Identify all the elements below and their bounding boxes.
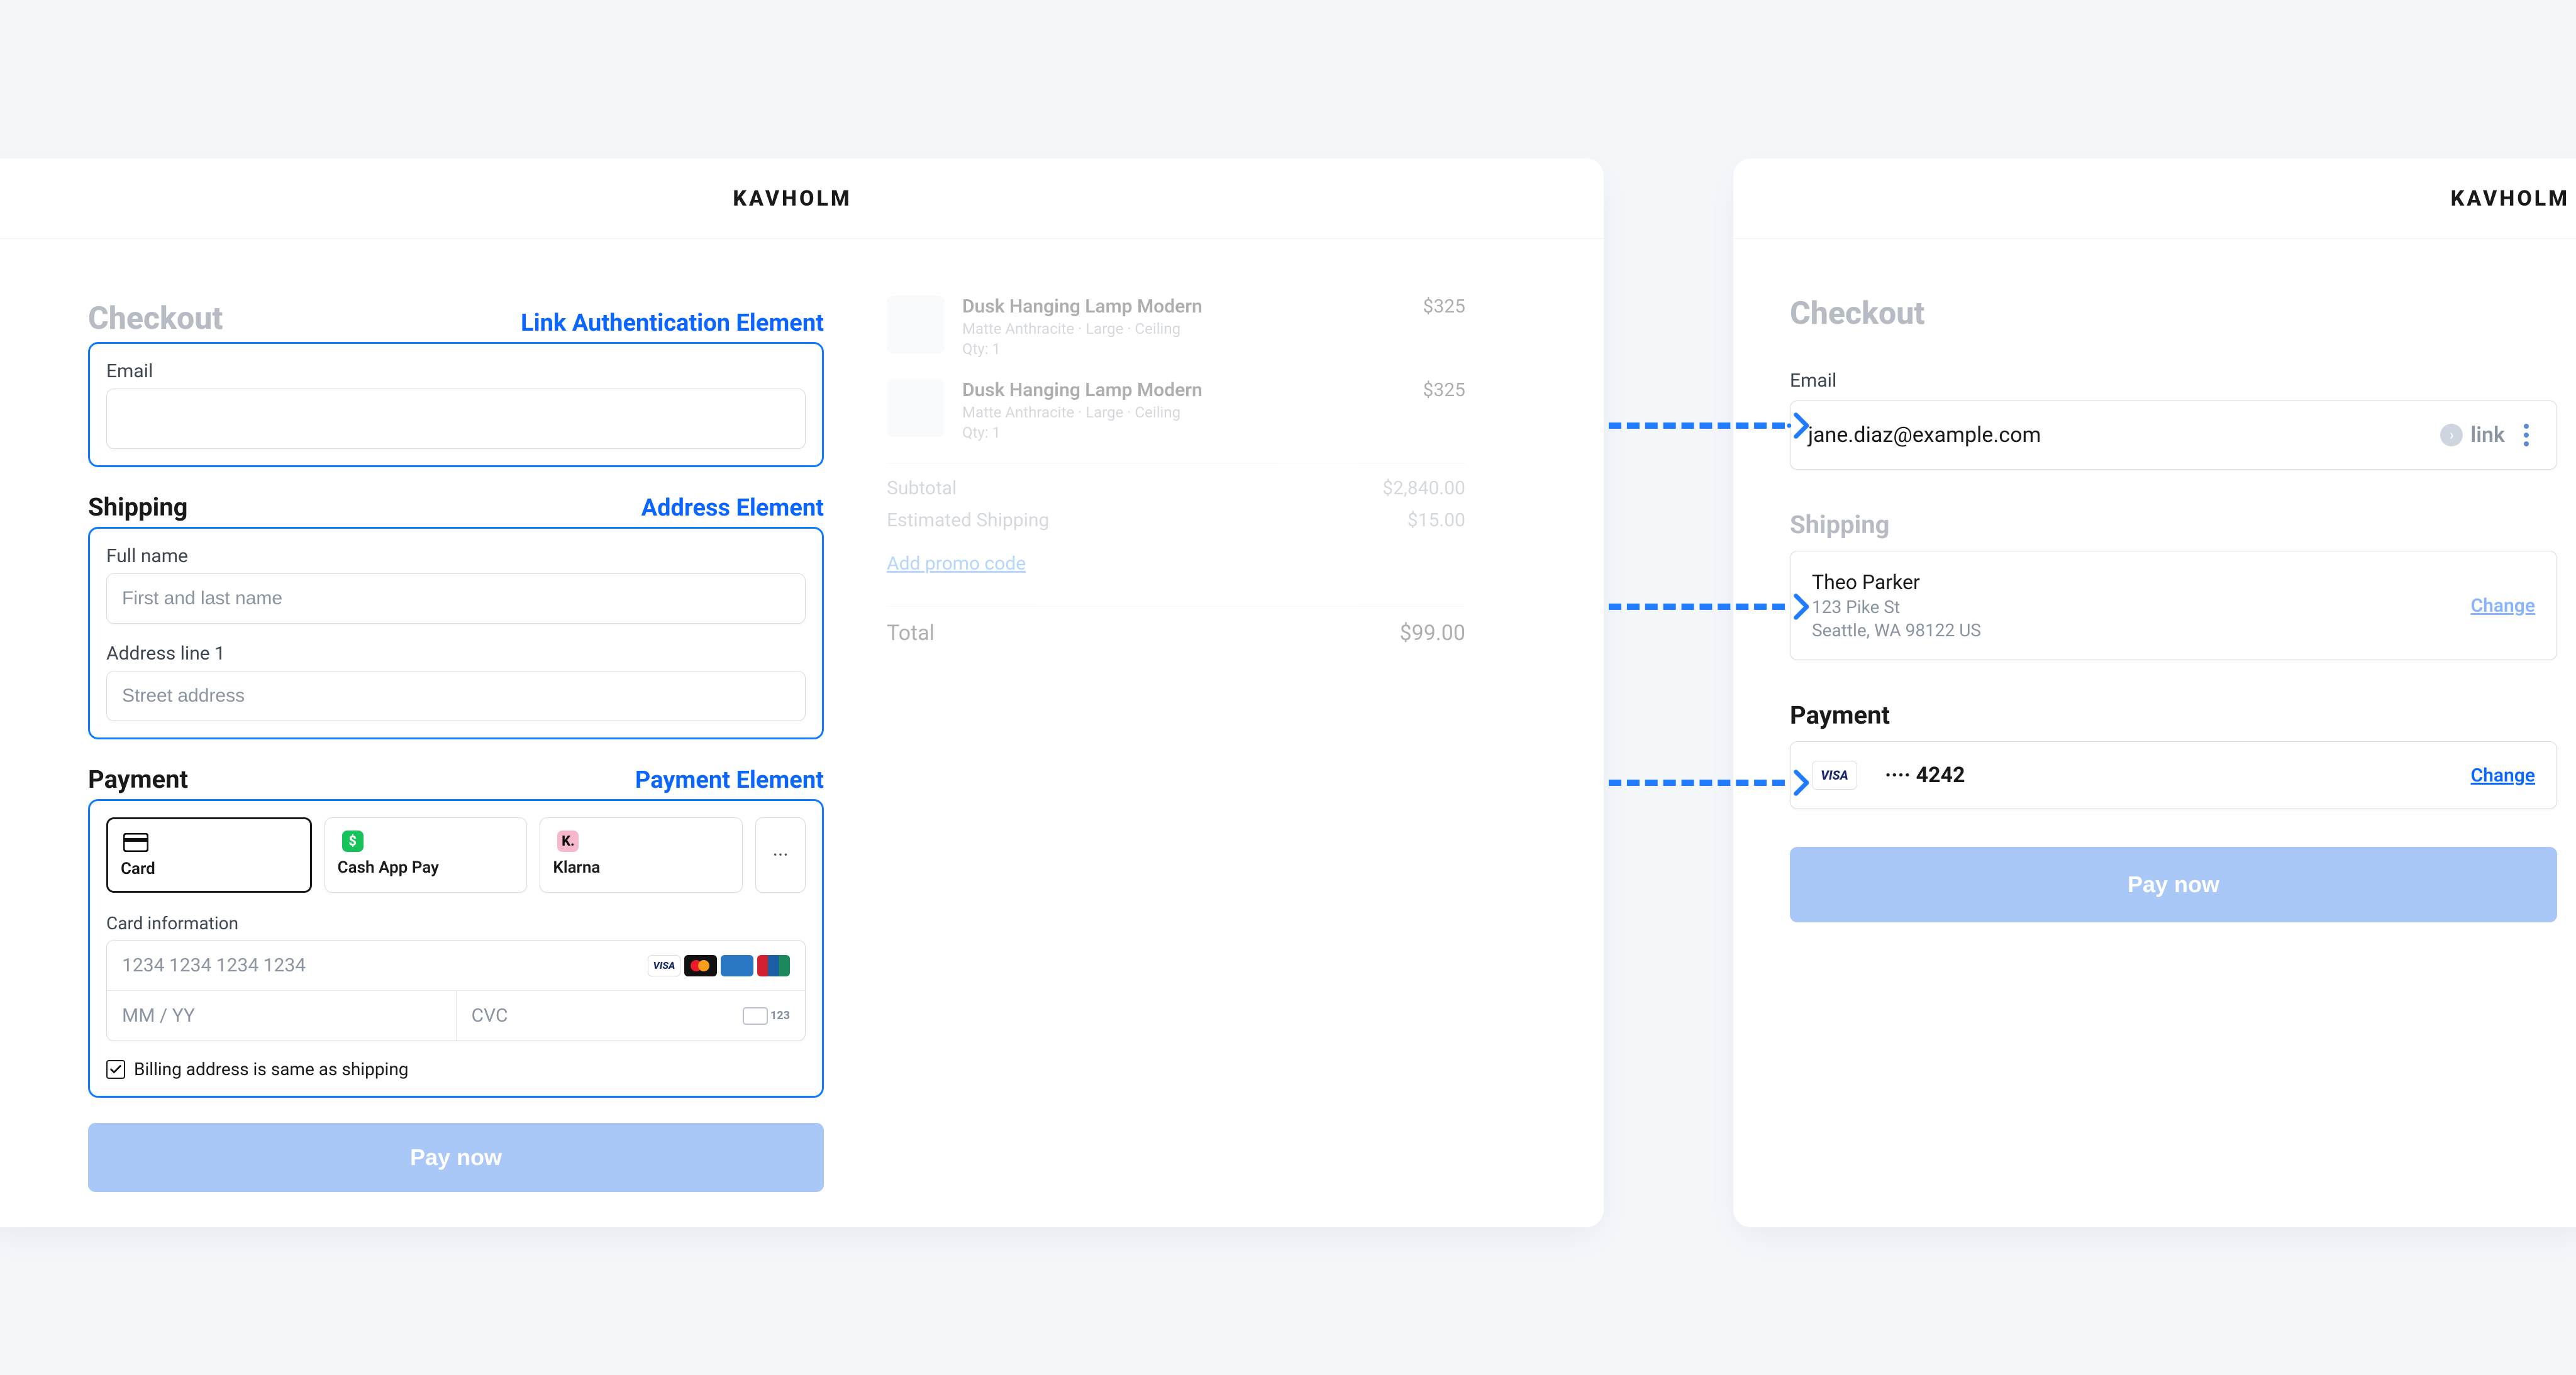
arrow-icon (1609, 596, 1815, 617)
link-authentication-element-box: Email (88, 342, 824, 467)
total-value: $99.00 (1399, 621, 1465, 646)
payment-element-box: Card $ Cash App Pay K. Klarn (88, 799, 824, 1098)
email-label: Email (1790, 370, 2557, 392)
card-cvc-input[interactable]: CVC 123 (456, 990, 806, 1041)
thumbnail-icon (887, 379, 945, 437)
address-element-badge: Address Element (641, 494, 824, 522)
visa-icon: VISA (648, 955, 680, 976)
item-variant: Matte Anthracite · Large · Ceiling (962, 320, 1406, 338)
fullname-input[interactable] (106, 573, 806, 624)
billing-same-label: Billing address is same as shipping (134, 1059, 409, 1080)
email-label: Email (106, 360, 806, 382)
arrow-icon (1609, 772, 1815, 793)
item-price: $325 (1423, 295, 1465, 318)
link-badge: › link (2440, 422, 2505, 448)
card-expiry-input[interactable]: MM / YY (107, 990, 456, 1041)
link-auth-element-badge: Link Authentication Element (521, 309, 824, 337)
item-qty: Qty: 1 (962, 340, 1406, 358)
shipping-summary-title: Shipping (1790, 510, 2557, 539)
card-expiry-placeholder: MM / YY (122, 1005, 195, 1027)
shipping-summary-card: Theo Parker 123 Pike St Seattle, WA 9812… (1790, 551, 2557, 660)
pay-now-button[interactable]: Pay now (88, 1123, 824, 1192)
item-qty: Qty: 1 (962, 424, 1406, 441)
checkout-title: Checkout (88, 301, 223, 337)
addr1-input[interactable] (106, 671, 806, 721)
subtotal-label: Subtotal (887, 477, 957, 499)
pm-cashapp[interactable]: $ Cash App Pay (325, 817, 528, 893)
pay-now-button[interactable]: Pay now (1790, 847, 2557, 922)
card-info-label: Card information (106, 913, 806, 934)
promo-code-link[interactable]: Add promo code (887, 553, 1026, 575)
shipping-name: Theo Parker (1812, 570, 2456, 594)
shipping-change-link[interactable]: Change (2471, 595, 2535, 617)
billing-same-checkbox-row[interactable]: Billing address is same as shipping (106, 1059, 806, 1080)
payment-section-title: Payment (88, 765, 188, 794)
email-input-filled[interactable]: jane.diaz@example.com › link (1790, 400, 2557, 470)
subtotal-value: $2,840.00 (1382, 477, 1465, 499)
checkout-title: Checkout (1790, 295, 2557, 332)
pm-card-label: Card (121, 859, 297, 878)
before-panel: KAVHOLM Checkout Link Authentication Ele… (0, 158, 1604, 1227)
unionpay-icon (757, 955, 790, 976)
email-input[interactable] (106, 389, 806, 449)
klarna-icon: K. (553, 831, 583, 852)
check-icon (106, 1060, 125, 1079)
shipping-value: $15.00 (1407, 509, 1465, 531)
brand-logo: KAVHOLM (0, 158, 1604, 239)
link-arrow-icon: › (2440, 424, 2463, 446)
mastercard-icon (684, 955, 717, 976)
card-cvc-placeholder: CVC (472, 1005, 508, 1027)
order-summary: Dusk Hanging Lamp Modern Matte Anthracit… (887, 295, 1465, 1192)
shipping-label: Estimated Shipping (887, 509, 1049, 531)
pm-card[interactable]: Card (106, 817, 312, 893)
card-last4: ···· 4242 (1885, 763, 1965, 788)
card-icon (121, 832, 151, 853)
after-panel: KAVHOLM Checkout Email jane.diaz@example… (1733, 158, 2576, 1227)
list-item: Dusk Hanging Lamp Modern Matte Anthracit… (887, 379, 1465, 441)
cvc-icon: 123 (743, 1007, 790, 1025)
kebab-icon[interactable] (2514, 424, 2539, 446)
shipping-section-title: Shipping (88, 492, 187, 522)
cashapp-icon: $ (338, 831, 368, 852)
pm-cashapp-label: Cash App Pay (338, 858, 514, 877)
payment-element-badge: Payment Element (635, 766, 824, 794)
payment-summary-title: Payment (1790, 700, 2557, 730)
pm-klarna[interactable]: K. Klarna (540, 817, 743, 893)
ellipsis-icon: ··· (772, 843, 788, 867)
card-number-placeholder: 1234 1234 1234 1234 (122, 954, 306, 976)
item-title: Dusk Hanging Lamp Modern (962, 295, 1406, 318)
visa-icon: VISA (1812, 761, 1857, 790)
shipping-line2: Seattle, WA 98122 US (1812, 620, 2456, 641)
accepted-brand-icons: VISA (648, 955, 790, 976)
total-label: Total (887, 621, 935, 646)
card-number-input[interactable]: 1234 1234 1234 1234 VISA (107, 941, 805, 990)
arrow-icon (1609, 415, 1815, 436)
link-label: link (2470, 422, 2505, 448)
item-variant: Matte Anthracite · Large · Ceiling (962, 404, 1406, 421)
list-item: Dusk Hanging Lamp Modern Matte Anthracit… (887, 295, 1465, 358)
shipping-line1: 123 Pike St (1812, 597, 2456, 617)
fullname-label: Full name (106, 545, 806, 567)
item-price: $325 (1423, 379, 1465, 401)
email-value: jane.diaz@example.com (1808, 422, 2041, 448)
pm-more[interactable]: ··· (755, 817, 806, 893)
brand-logo: KAVHOLM (1733, 158, 2576, 239)
address-element-box: Full name Address line 1 (88, 527, 824, 739)
addr1-label: Address line 1 (106, 643, 806, 665)
item-title: Dusk Hanging Lamp Modern (962, 379, 1406, 401)
pm-klarna-label: Klarna (553, 858, 730, 877)
payment-change-link[interactable]: Change (2471, 765, 2535, 787)
thumbnail-icon (887, 295, 945, 353)
amex-icon (721, 955, 753, 976)
payment-summary-card: VISA ···· 4242 Change (1790, 741, 2557, 809)
